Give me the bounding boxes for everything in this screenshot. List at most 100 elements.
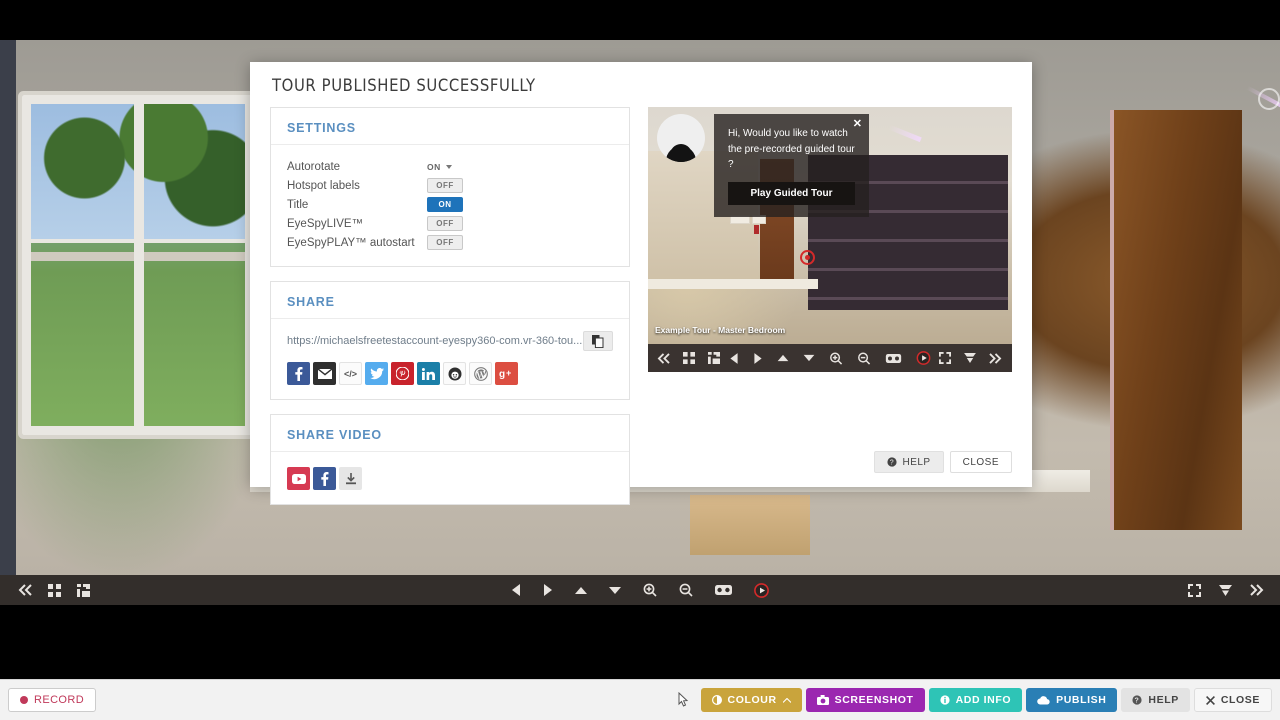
help-button[interactable]: ? HELP: [1121, 688, 1190, 712]
tour-preview[interactable]: ✕ Hi, Would you like to watch the pre-re…: [648, 107, 1012, 372]
setting-label-eyespylive: EyeSpyLIVE™: [287, 217, 364, 230]
dialog-help-label: HELP: [902, 456, 931, 468]
share-heading: SHARE: [271, 282, 629, 319]
preview-arrow-up-icon[interactable]: [777, 354, 789, 362]
preview-vr-goggles-icon[interactable]: [885, 353, 902, 363]
share-twitter-button[interactable]: [365, 362, 388, 385]
settings-card: SETTINGS Autorotate ON Hotspot labels OF…: [270, 107, 630, 267]
preview-tour-title: Example Tour - Master Bedroom: [655, 325, 786, 335]
setting-label-title: Title: [287, 198, 309, 211]
add-info-button-label: ADD INFO: [955, 694, 1012, 706]
hotspot-labels-toggle[interactable]: OFF: [427, 178, 463, 193]
settings-body: Autorotate ON Hotspot labels OFF Title O…: [271, 145, 629, 266]
preview-dropdown-icon[interactable]: [964, 353, 976, 363]
copy-link-button[interactable]: [583, 331, 613, 351]
title-toggle[interactable]: ON: [427, 197, 463, 212]
copy-icon: [592, 334, 604, 348]
vr-goggles-icon[interactable]: [715, 585, 732, 595]
info-icon: [939, 695, 950, 705]
help-icon: ?: [1132, 695, 1143, 705]
left-sidebar-strip: [0, 40, 16, 605]
preview-record-play-icon[interactable]: [916, 351, 931, 365]
preview-floorplan-icon[interactable]: [708, 352, 720, 364]
preview-hotspot-icon[interactable]: [800, 250, 815, 265]
grid-view-icon[interactable]: [48, 583, 61, 597]
window-view-trees: [31, 104, 245, 240]
preview-collapse-left-icon[interactable]: [657, 352, 670, 364]
share-googleplus-button[interactable]: g +: [495, 362, 518, 385]
help-button-label: HELP: [1148, 694, 1179, 706]
share-video-download-button[interactable]: [339, 467, 362, 490]
share-embed-code-button[interactable]: </>: [339, 362, 362, 385]
camera-icon: [816, 695, 829, 705]
popup-message: Hi, Would you like to watch the pre-reco…: [728, 128, 855, 170]
eyespyplay-autostart-toggle[interactable]: OFF: [427, 235, 463, 250]
tour-published-dialog: TOUR PUBLISHED SUCCESSFULLY SETTINGS Aut…: [250, 62, 1032, 707]
record-dot-icon: [20, 696, 28, 704]
arrow-up-icon[interactable]: [575, 586, 587, 595]
avatar: [657, 114, 705, 162]
dialog-close-button[interactable]: CLOSE: [949, 451, 1012, 473]
viewer-toolbar[interactable]: [0, 575, 1280, 605]
collapse-left-icon[interactable]: [18, 584, 32, 596]
arrow-left-icon[interactable]: [511, 584, 521, 596]
autorotate-select[interactable]: ON: [427, 162, 452, 172]
share-url-row: https://michaelsfreetestaccount-eyespy36…: [287, 331, 613, 351]
share-email-button[interactable]: [313, 362, 336, 385]
setting-row-eyespylive: EyeSpyLIVE™ OFF: [287, 214, 613, 233]
share-video-body: [271, 452, 629, 504]
preview-arrow-left-icon[interactable]: [730, 352, 739, 364]
cloud-icon: [1037, 695, 1050, 705]
arrow-down-icon[interactable]: [609, 586, 621, 595]
app-action-buttons: COLOUR SCREENSHOT ADD INFO PUBLISH ? HEL…: [700, 688, 1272, 712]
eyespylive-toggle[interactable]: OFF: [427, 216, 463, 231]
window-view-fence: [31, 252, 245, 262]
svg-text:?: ?: [1135, 698, 1140, 705]
zoom-in-icon[interactable]: [643, 583, 657, 597]
avatar-body-icon: [666, 146, 696, 162]
screenshot-button[interactable]: SCREENSHOT: [805, 688, 925, 712]
share-wordpress-button[interactable]: [469, 362, 492, 385]
arrow-right-icon[interactable]: [543, 584, 553, 596]
preview-toolbar[interactable]: [648, 344, 1012, 372]
record-play-icon[interactable]: [754, 582, 769, 598]
share-reddit-button[interactable]: [443, 362, 466, 385]
add-info-button[interactable]: ADD INFO: [928, 688, 1023, 712]
play-guided-tour-button[interactable]: Play Guided Tour: [728, 181, 855, 205]
preview-grid-view-icon[interactable]: [683, 352, 695, 364]
close-button[interactable]: CLOSE: [1193, 688, 1272, 712]
screenshot-button-label: SCREENSHOT: [834, 694, 914, 706]
help-icon: ?: [887, 457, 898, 467]
floorplan-icon[interactable]: [77, 583, 90, 597]
record-button[interactable]: RECORD: [8, 688, 97, 712]
wooden-door-decor: [1110, 110, 1242, 530]
dropdown-icon[interactable]: [1219, 584, 1232, 596]
dialog-help-button[interactable]: ? HELP: [874, 451, 944, 473]
setting-label-hotspot-labels: Hotspot labels: [287, 179, 360, 192]
share-video-buttons: [287, 467, 613, 490]
preview-red-decor: [754, 225, 759, 234]
share-facebook-button[interactable]: [287, 362, 310, 385]
setting-row-eyespyplay-autostart: EyeSpyPLAY™ autostart OFF: [287, 233, 613, 252]
panorama-hotspot-icon[interactable]: [1258, 88, 1280, 110]
expand-right-icon[interactable]: [1250, 584, 1264, 596]
colour-icon: [711, 695, 722, 705]
share-video-youtube-button[interactable]: [287, 467, 310, 490]
colour-button[interactable]: COLOUR: [700, 688, 802, 712]
preview-zoom-out-icon[interactable]: [858, 352, 871, 365]
share-url-text[interactable]: https://michaelsfreetestaccount-eyespy36…: [287, 335, 582, 347]
zoom-out-icon[interactable]: [679, 583, 693, 597]
share-linkedin-button[interactable]: [417, 362, 440, 385]
popup-close-icon[interactable]: ✕: [853, 117, 862, 130]
share-pinterest-button[interactable]: [391, 362, 414, 385]
preview-fullscreen-icon[interactable]: [939, 352, 951, 364]
dialog-footer: ? HELP CLOSE: [874, 451, 1012, 473]
preview-zoom-in-icon[interactable]: [830, 352, 843, 365]
preview-arrow-down-icon[interactable]: [803, 354, 815, 362]
preview-arrow-right-icon[interactable]: [754, 352, 763, 364]
publish-button[interactable]: PUBLISH: [1026, 688, 1118, 712]
fullscreen-icon[interactable]: [1188, 583, 1201, 597]
colour-button-label: COLOUR: [727, 694, 777, 706]
preview-expand-right-icon[interactable]: [989, 352, 1002, 364]
share-video-facebook-button[interactable]: [313, 467, 336, 490]
